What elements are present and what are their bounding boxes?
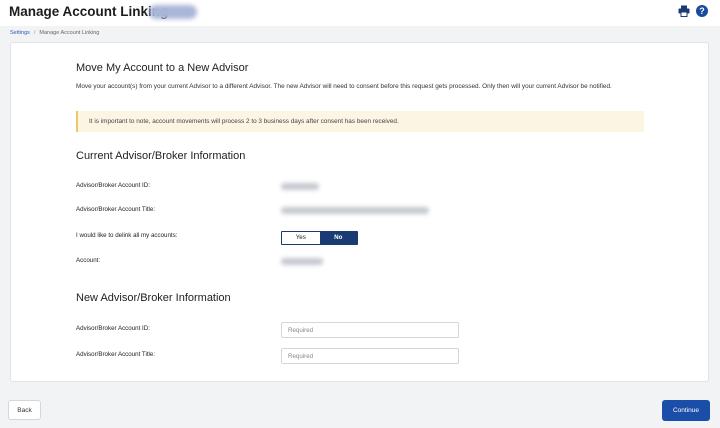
new-account-title-label: Advisor/Broker Account Title: — [76, 351, 156, 358]
move-section-description: Move your account(s) from your current A… — [76, 83, 612, 90]
breadcrumb: Settings / Manage Account Linking — [10, 30, 99, 36]
account-label: Account: — [76, 257, 101, 264]
page-title: Manage Account Linking — [9, 4, 169, 19]
page-header: Manage Account Linking ? — [0, 0, 720, 26]
continue-button[interactable]: Continue — [662, 400, 710, 421]
current-account-id-value — [281, 183, 319, 190]
print-icon[interactable] — [678, 5, 690, 17]
delink-no-option[interactable]: No — [319, 232, 357, 244]
redacted-account-pill — [149, 5, 197, 19]
current-account-title-label: Advisor/Broker Account Title: — [76, 206, 156, 213]
back-button[interactable]: Back — [8, 400, 41, 420]
account-value — [281, 258, 323, 265]
new-account-title-input[interactable] — [281, 348, 459, 364]
delink-yes-option[interactable]: Yes — [282, 232, 320, 244]
delink-toggle: Yes No — [281, 231, 358, 245]
breadcrumb-separator: / — [33, 30, 36, 36]
account-linking-card: Move My Account to a New Advisor Move yo… — [10, 42, 709, 382]
header-actions: ? — [678, 5, 708, 17]
processing-notice: It is important to note, account movemen… — [76, 111, 644, 132]
breadcrumb-settings[interactable]: Settings — [10, 30, 30, 36]
move-section-title: Move My Account to a New Advisor — [76, 62, 249, 74]
breadcrumb-current: Manage Account Linking — [39, 30, 100, 36]
help-icon[interactable]: ? — [696, 5, 708, 17]
new-account-id-input[interactable] — [281, 322, 459, 338]
new-account-id-label: Advisor/Broker Account ID: — [76, 325, 150, 332]
delink-label: I would like to delink all my accounts: — [76, 232, 178, 239]
current-account-title-value — [281, 207, 429, 214]
current-advisor-title: Current Advisor/Broker Information — [76, 150, 246, 162]
new-advisor-title: New Advisor/Broker Information — [76, 292, 231, 304]
current-account-id-label: Advisor/Broker Account ID: — [76, 182, 150, 189]
